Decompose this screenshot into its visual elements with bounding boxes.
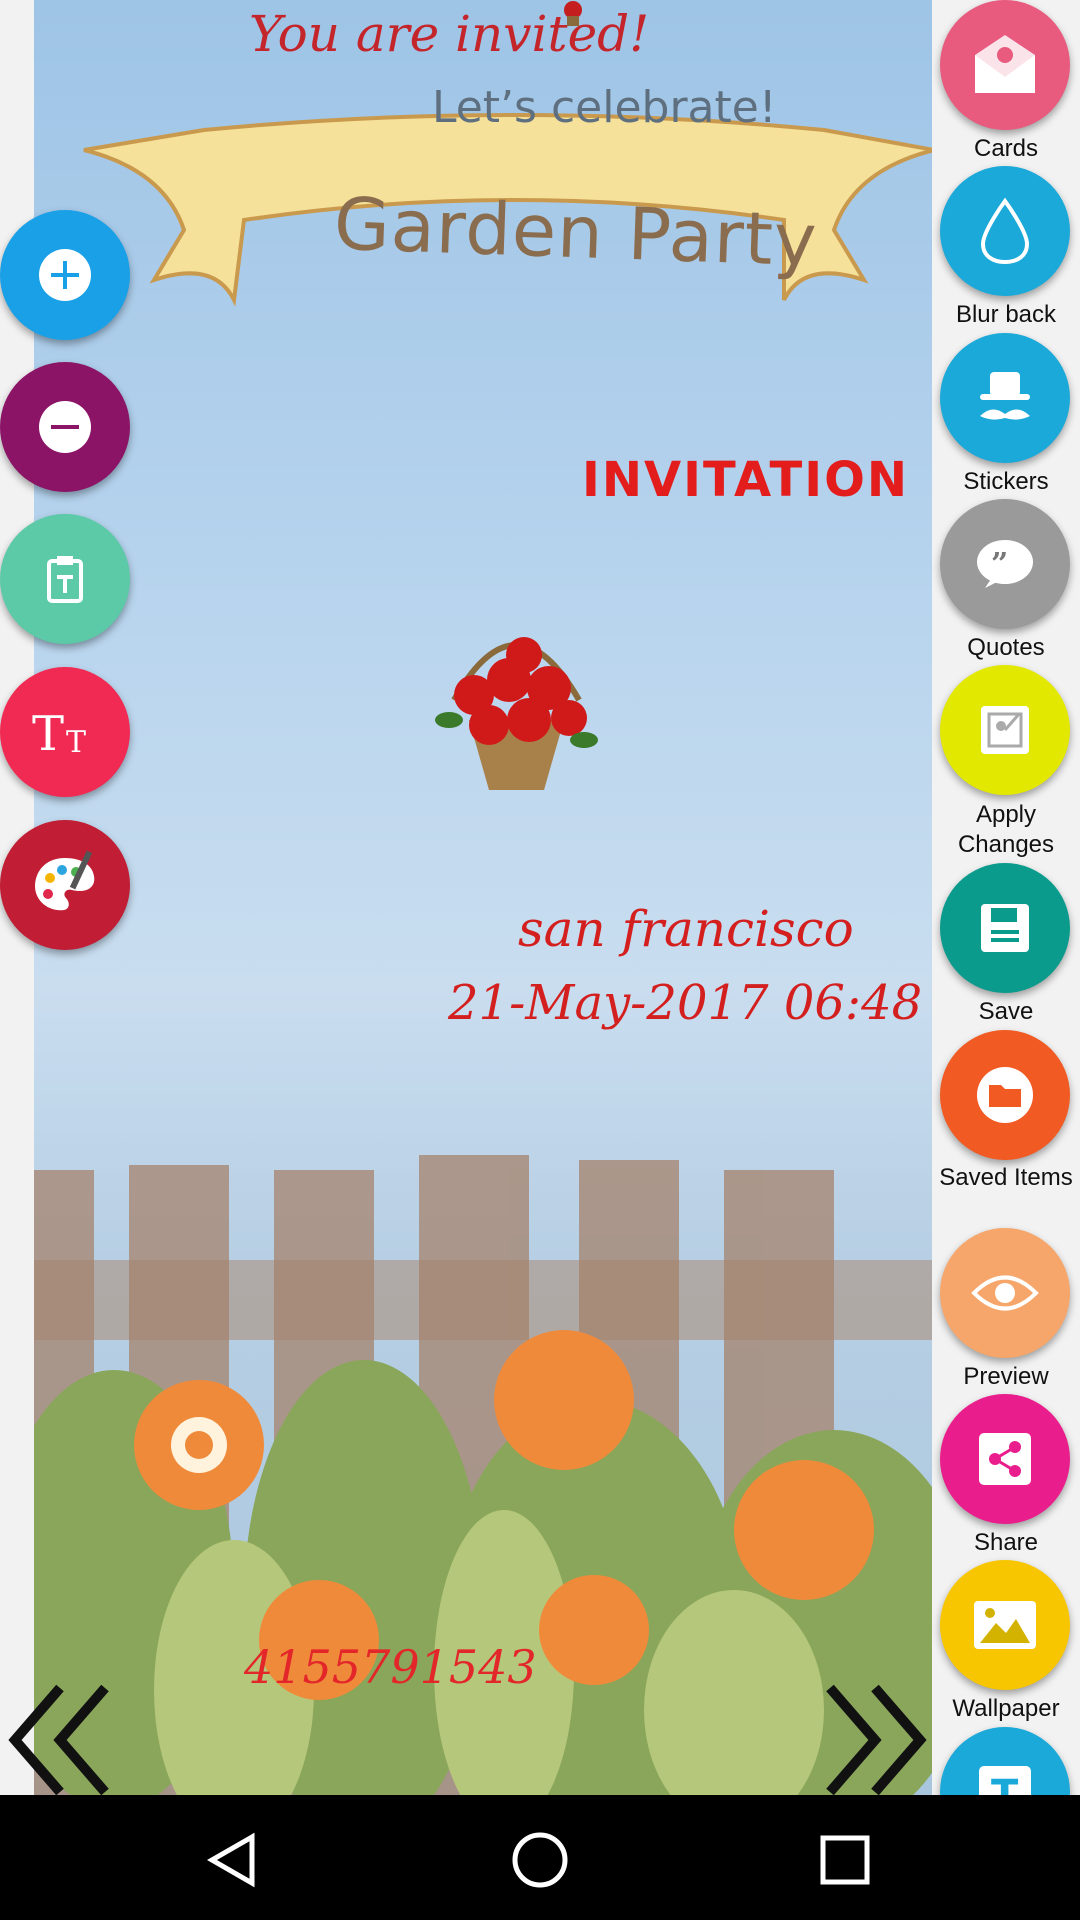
color-palette-button[interactable] bbox=[0, 820, 130, 950]
cards-label: Cards bbox=[973, 135, 1039, 162]
system-navigation-bar bbox=[0, 1795, 1080, 1920]
svg-text:”: ” bbox=[991, 547, 1008, 582]
invitation-text[interactable]: INVITATION bbox=[582, 452, 909, 508]
preview-button[interactable] bbox=[940, 1228, 1070, 1358]
recents-icon[interactable] bbox=[800, 1815, 890, 1905]
quote-icon: ” bbox=[977, 540, 1033, 588]
blur-back-label: Blur back bbox=[955, 301, 1057, 328]
svg-text:T: T bbox=[32, 706, 64, 760]
saved-items-button[interactable] bbox=[940, 1030, 1070, 1160]
hat-mustache-icon bbox=[980, 372, 1030, 420]
minus-icon bbox=[39, 401, 91, 453]
share-label: Share bbox=[973, 1529, 1039, 1556]
next-arrow-icon[interactable] bbox=[815, 1678, 935, 1795]
quotes-label: Quotes bbox=[967, 634, 1045, 661]
palette-icon bbox=[35, 850, 95, 911]
apply-icon bbox=[981, 706, 1029, 754]
share-button[interactable] bbox=[940, 1394, 1070, 1524]
celebrate-text[interactable]: Let’s celebrate! bbox=[432, 82, 776, 133]
zoom-in-button[interactable] bbox=[0, 210, 130, 340]
drop-icon bbox=[980, 197, 1030, 265]
stickers-button[interactable] bbox=[940, 333, 1070, 463]
text-size-icon: T T bbox=[32, 706, 86, 760]
eye-icon bbox=[971, 1275, 1039, 1311]
flowers-illustration bbox=[34, 1330, 932, 1795]
envelope-icon bbox=[975, 35, 1035, 93]
cards-button[interactable] bbox=[940, 0, 1070, 130]
share-icon bbox=[979, 1433, 1031, 1485]
svg-text:T: T bbox=[66, 725, 86, 760]
flower-basket-sticker[interactable] bbox=[429, 600, 604, 795]
preview-label: Preview bbox=[963, 1363, 1049, 1390]
card-canvas[interactable]: You are invited! Let’s celebrate! Garden… bbox=[34, 0, 932, 1795]
apply-changes-button[interactable] bbox=[940, 665, 1070, 795]
datetime-text[interactable]: 21-May-2017 06:48 bbox=[448, 975, 922, 1031]
zoom-out-button[interactable] bbox=[0, 362, 130, 492]
folder-icon bbox=[977, 1067, 1033, 1123]
wallpaper-label: Wallpaper bbox=[952, 1695, 1060, 1722]
plus-icon bbox=[39, 249, 91, 301]
floppy-icon bbox=[981, 904, 1029, 952]
save-label: Save bbox=[978, 998, 1034, 1025]
invited-text[interactable]: You are invited! bbox=[249, 5, 649, 63]
location-text[interactable]: san francisco bbox=[518, 900, 854, 958]
wallpaper-button[interactable] bbox=[940, 1560, 1070, 1690]
banner-title[interactable]: Garden Party bbox=[333, 182, 819, 283]
text-size-button[interactable]: T T bbox=[0, 667, 130, 797]
clipboard-text-icon bbox=[47, 556, 83, 603]
apply-changes-label: Apply Changes bbox=[957, 801, 1055, 858]
image-icon bbox=[974, 1601, 1036, 1649]
saved-items-label: Saved Items bbox=[939, 1164, 1073, 1191]
stickers-label: Stickers bbox=[963, 468, 1049, 495]
back-icon[interactable] bbox=[190, 1815, 280, 1905]
small-flower-basket-sticker[interactable] bbox=[558, 0, 588, 30]
phone-text[interactable]: 4155791543 bbox=[244, 1640, 537, 1694]
blur-back-button[interactable] bbox=[940, 166, 1070, 296]
paste-text-button[interactable] bbox=[0, 514, 130, 644]
quotes-button[interactable]: ” bbox=[940, 499, 1070, 629]
previous-arrow-icon[interactable] bbox=[0, 1678, 120, 1795]
home-icon[interactable] bbox=[495, 1815, 585, 1905]
save-button[interactable] bbox=[940, 863, 1070, 993]
